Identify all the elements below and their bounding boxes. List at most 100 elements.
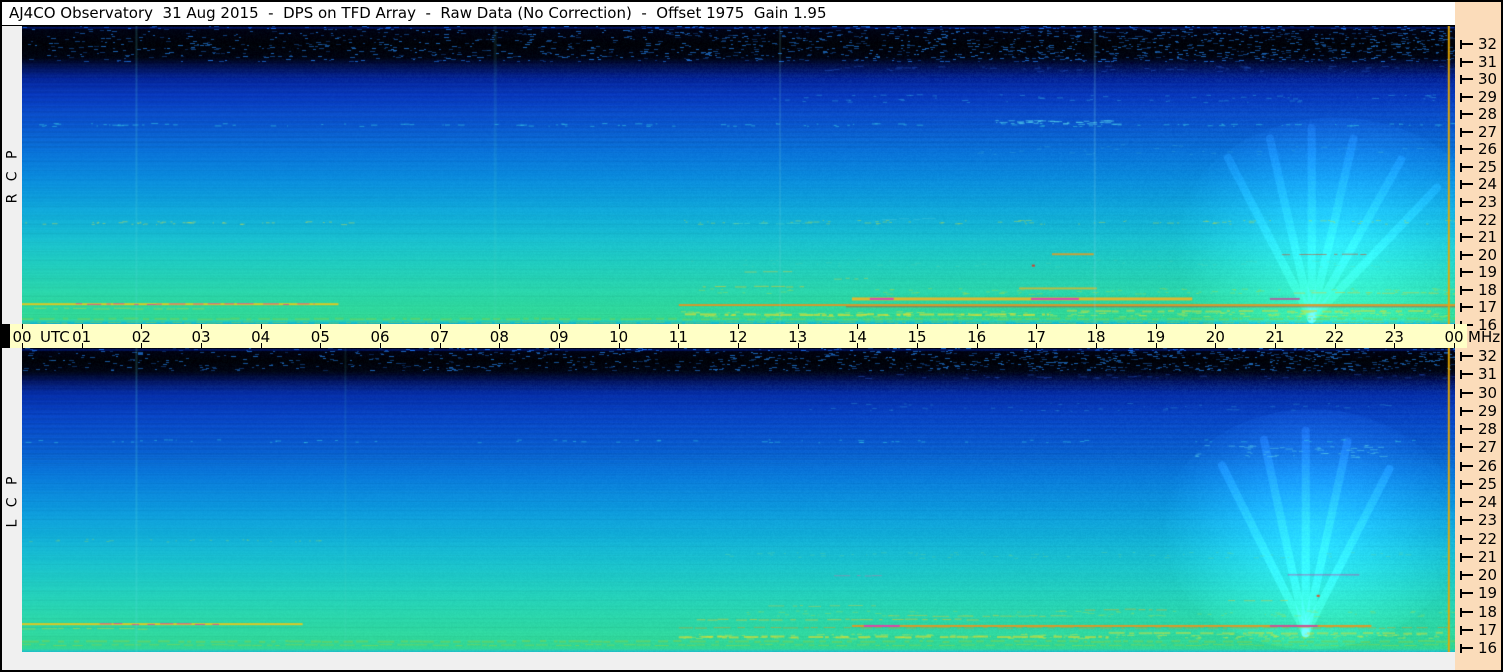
frequency-tick: 24: [1460, 175, 1498, 193]
tick-line: [1462, 113, 1473, 115]
utc-unit-label: UTC: [40, 328, 70, 346]
time-hour-label: 04: [251, 328, 271, 346]
tick-line: [1462, 219, 1473, 221]
tick-line: [1462, 289, 1473, 291]
tick-line: [1462, 428, 1473, 430]
tick-line: [1462, 236, 1473, 238]
time-axis-band: 00 01 02 03 04 05 06 07 08 09 10 11 12 13 14 15 16 17 18 19…: [10, 324, 1467, 348]
frequency-tick: 26: [1460, 140, 1498, 158]
mhz-unit-label: MHz: [1468, 328, 1501, 346]
frequency-tick-label: 32: [1478, 35, 1498, 53]
frequency-tick: 18: [1460, 605, 1497, 620]
frequency-tick-label: 24: [1478, 493, 1498, 511]
tick-line: [1462, 519, 1473, 521]
time-hour-label: 22: [1325, 328, 1345, 346]
frequency-tick: 19: [1460, 584, 1498, 602]
frequency-tick-label: 16: [1478, 639, 1498, 657]
tick-line: [1462, 465, 1473, 467]
frequency-tick-label: 27: [1478, 123, 1498, 141]
frequency-tick-label: 19: [1478, 584, 1498, 602]
frequency-tick: 25: [1460, 160, 1497, 175]
frequency-tick-label: 24: [1478, 175, 1498, 193]
tick-line: [1462, 306, 1473, 308]
frequency-tick: 23: [1460, 193, 1498, 211]
frequency-tick-label: 26: [1478, 140, 1498, 158]
tick-line: [1462, 78, 1473, 80]
frequency-tick-label: 22: [1478, 530, 1498, 548]
frequency-tick: 26: [1460, 457, 1498, 475]
frequency-tick-label: 29: [1478, 88, 1498, 106]
frequency-tick-label: 17: [1478, 621, 1498, 639]
lcp-label-strip: L C P: [2, 348, 22, 652]
lcp-spectrogram: [22, 348, 1455, 652]
frequency-tick-label: 23: [1478, 193, 1498, 211]
frequency-tick: 32: [1460, 35, 1498, 53]
rcp-polarization-label: R C P: [4, 146, 21, 204]
frequency-tick-label: 28: [1478, 105, 1498, 123]
tick-line: [1462, 96, 1473, 98]
frequency-tick: 20: [1460, 248, 1497, 263]
tick-line: [1462, 410, 1473, 412]
frequency-tick: 29: [1460, 88, 1498, 106]
tick-line: [1462, 61, 1473, 63]
tick-line: [1462, 43, 1473, 45]
time-hour-label: 07: [430, 328, 450, 346]
lcp-polarization-label: L C P: [4, 472, 21, 528]
frequency-tick: 17: [1460, 298, 1498, 316]
frequency-tick: 30: [1460, 70, 1498, 88]
time-hour-label: 20: [1205, 328, 1225, 346]
frequency-tick-label: 26: [1478, 457, 1498, 475]
time-hour-label: 11: [668, 328, 688, 346]
frequency-tick: 25: [1460, 475, 1498, 493]
frequency-tick-label: 18: [1478, 281, 1498, 299]
tick-line: [1462, 201, 1473, 203]
frequency-tick-label: 31: [1478, 53, 1498, 71]
frequency-tick-label: 27: [1478, 438, 1498, 456]
time-hour-label: 15: [907, 328, 927, 346]
frequency-tick: 22: [1460, 530, 1498, 548]
time-hour-label: 17: [1026, 328, 1046, 346]
frequency-tick: 22: [1460, 211, 1498, 229]
frequency-tick-label: 32: [1478, 347, 1498, 365]
tick-line: [1462, 183, 1473, 185]
frequency-tick: 31: [1460, 367, 1497, 382]
tick-line: [1462, 148, 1473, 150]
frequency-tick-label: 28: [1478, 420, 1498, 438]
tick-line: [1462, 611, 1473, 613]
frequency-tick: 23: [1460, 513, 1497, 528]
time-hour-label: 08: [489, 328, 509, 346]
time-hour-label: 02: [131, 328, 151, 346]
frequency-tick: 27: [1460, 123, 1498, 141]
tick-line: [1462, 392, 1473, 394]
tick-line: [1462, 574, 1473, 576]
tick-line: [1462, 355, 1473, 357]
frequency-tick: 29: [1460, 404, 1497, 419]
time-hour-label: 23: [1384, 328, 1404, 346]
tick-line: [1462, 166, 1473, 168]
tick-line: [1462, 538, 1473, 540]
frequency-tick: 21: [1460, 230, 1497, 245]
frequency-tick-label: 22: [1478, 211, 1498, 229]
rcp-label-strip: R C P: [2, 26, 22, 324]
time-hour-label: 10: [609, 328, 629, 346]
frequency-tick: 32: [1460, 347, 1498, 365]
frequency-tick: 31: [1460, 53, 1498, 71]
frequency-tick-label: 25: [1478, 475, 1498, 493]
frequency-tick: 28: [1460, 420, 1498, 438]
time-hour-label: 12: [728, 328, 748, 346]
time-hour-label: 00: [12, 328, 32, 346]
time-hour-label: 00: [1444, 328, 1464, 346]
tick-line: [1462, 446, 1473, 448]
frequency-tick-label: 21: [1478, 548, 1498, 566]
frequency-tick-label: 30: [1478, 70, 1498, 88]
frequency-tick: 19: [1460, 265, 1497, 280]
tick-line: [1462, 647, 1473, 649]
frequency-tick: 28: [1460, 105, 1498, 123]
tick-line: [1462, 254, 1473, 256]
time-hour-label: 09: [549, 328, 569, 346]
tick-line: [1462, 271, 1473, 273]
app-window: AJ4CO Observatory 31 Aug 2015 - DPS on T…: [0, 0, 1503, 672]
frequency-tick-label: 20: [1478, 566, 1498, 584]
frequency-tick-label: 17: [1478, 298, 1498, 316]
time-hour-label: 16: [967, 328, 987, 346]
